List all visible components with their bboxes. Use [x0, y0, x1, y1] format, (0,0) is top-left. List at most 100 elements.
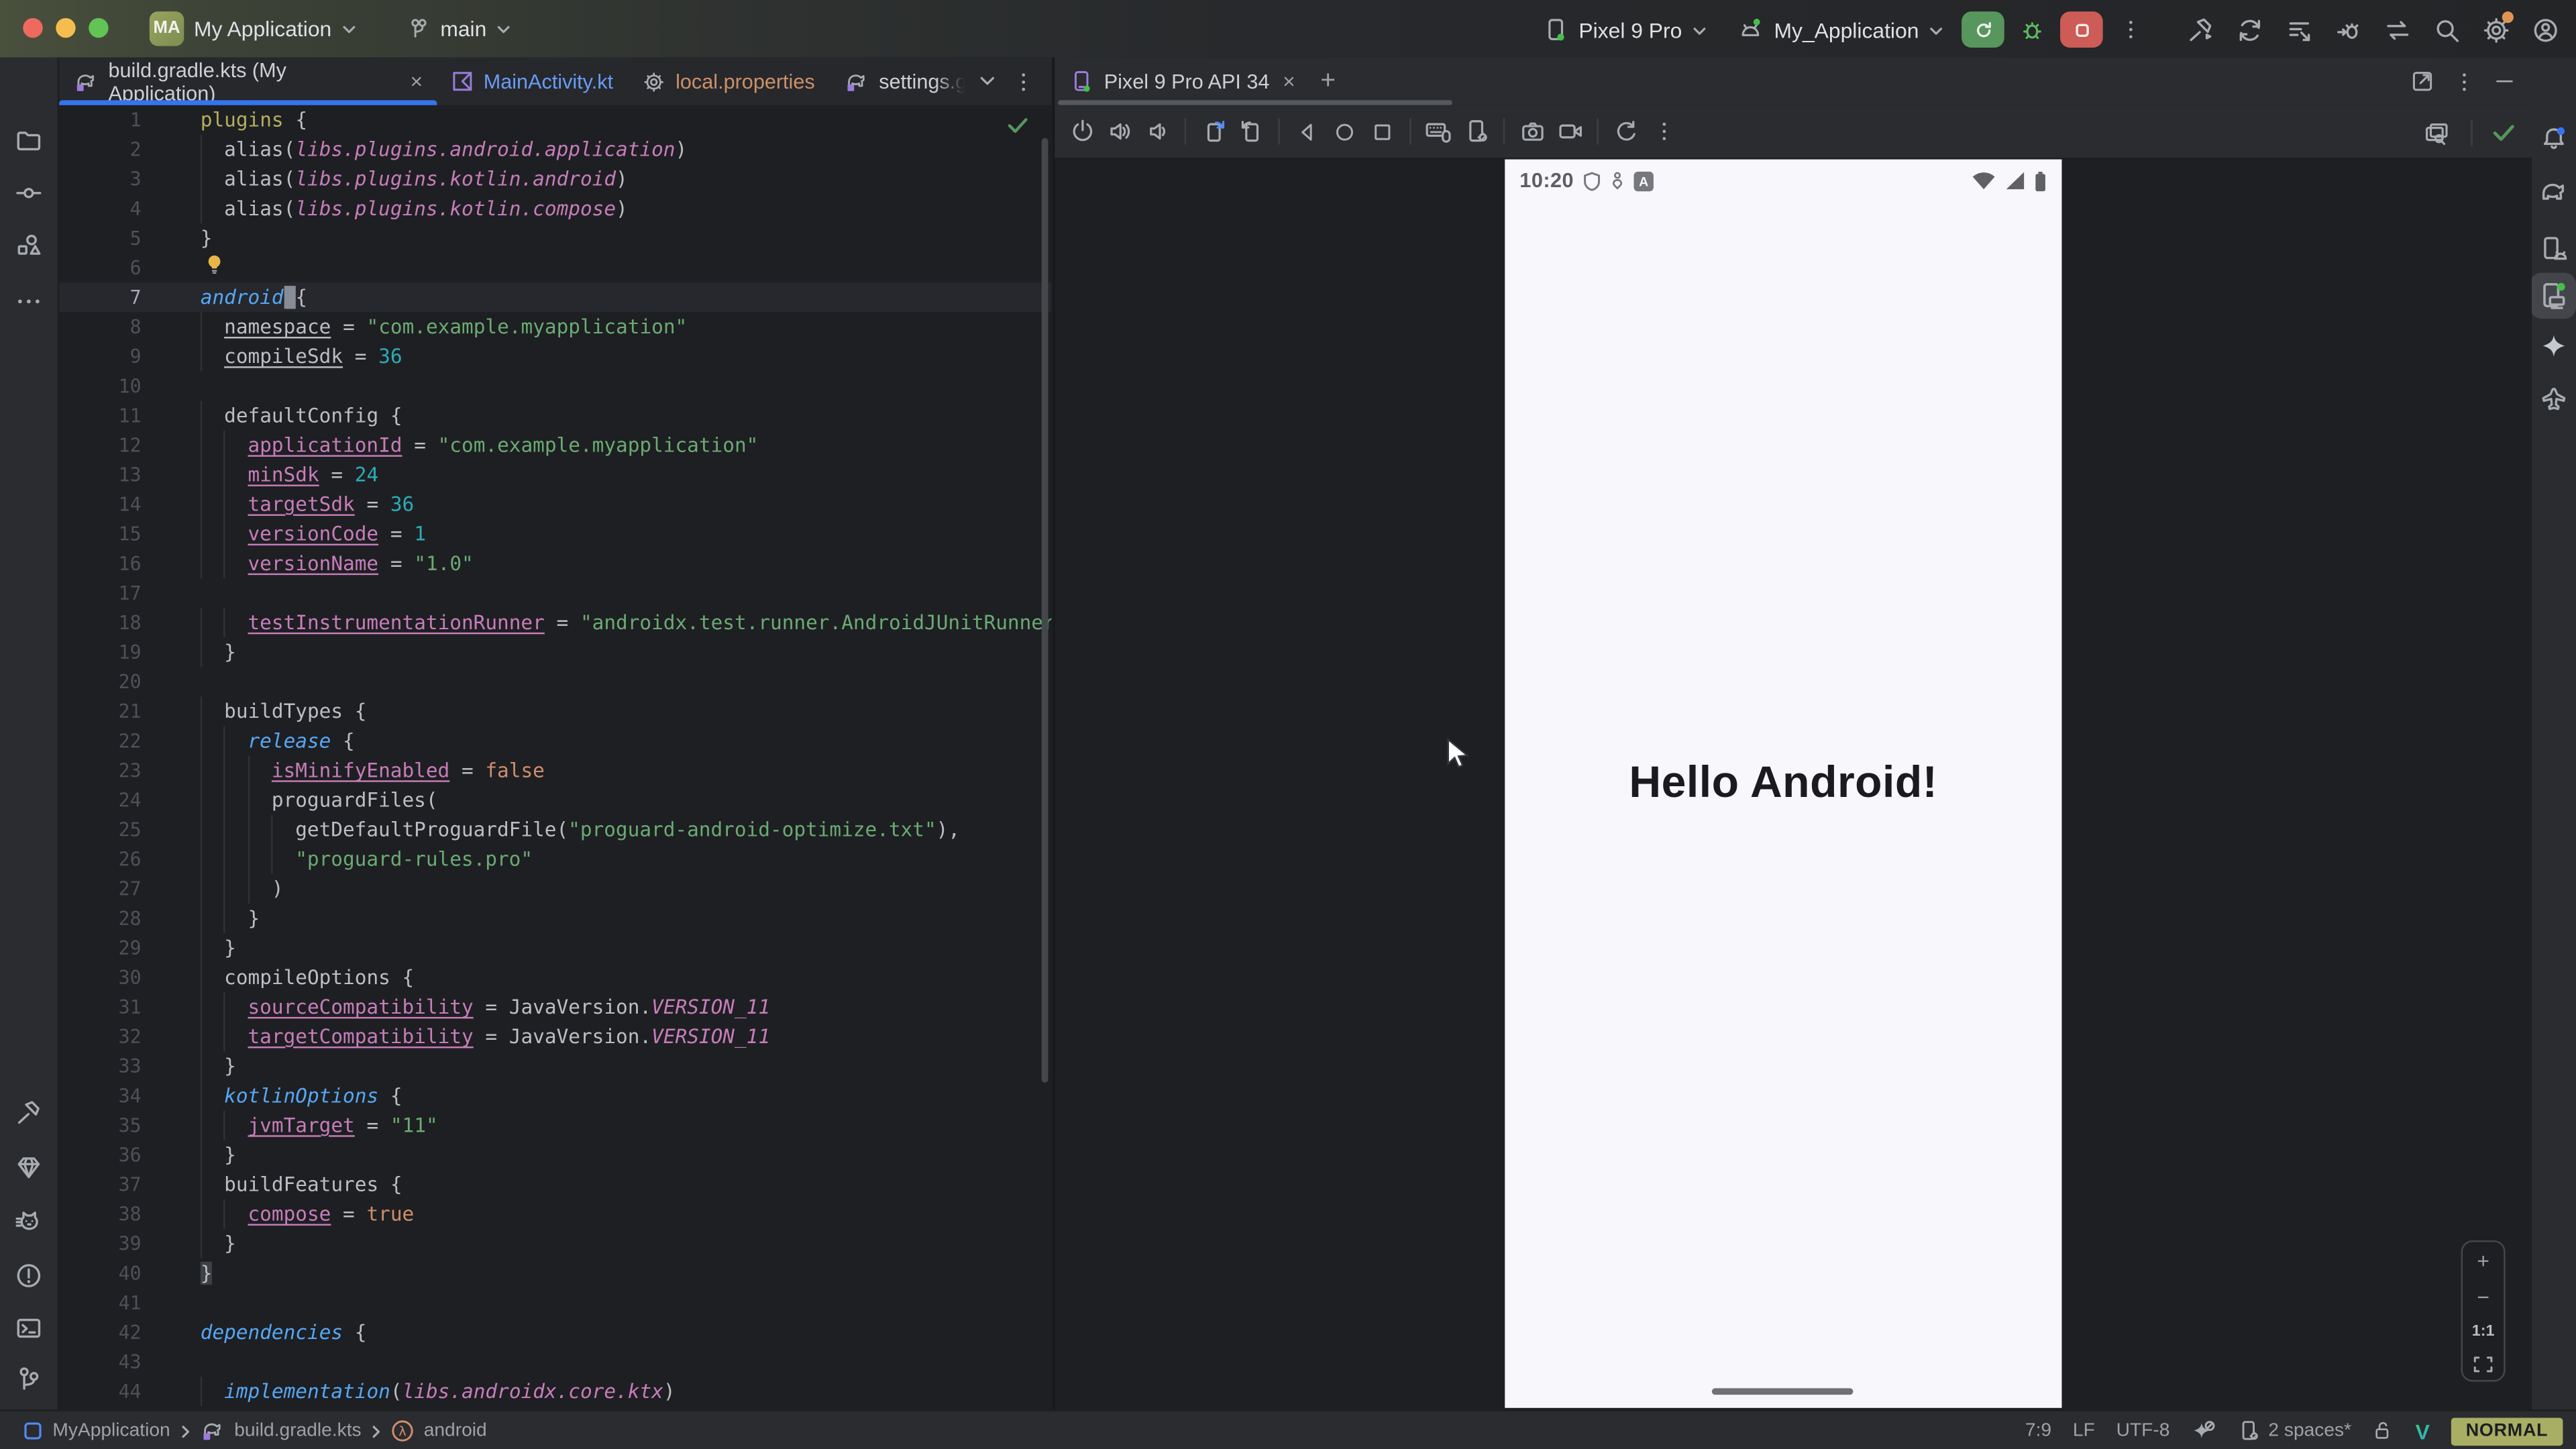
screenshot-button[interactable]: [1515, 114, 1549, 148]
run-configuration-selector[interactable]: My_Application: [1725, 10, 1955, 50]
zoom-in-button[interactable]: +: [2477, 1249, 2489, 1271]
code-line[interactable]: 12 applicationId = "com.example.myapplic…: [59, 431, 1051, 460]
close-tab-icon[interactable]: ×: [410, 69, 423, 94]
code-line[interactable]: 32 targetCompatibility = JavaVersion.VER…: [59, 1022, 1051, 1051]
code-line[interactable]: 44 implementation(libs.androidx.core.ktx…: [59, 1377, 1051, 1406]
overview-button[interactable]: [1365, 114, 1399, 148]
sync-project-button[interactable]: [2228, 10, 2271, 50]
tab-local-properties[interactable]: local.properties: [628, 58, 830, 105]
tab-settings-gradle[interactable]: settings.g: [830, 58, 979, 105]
code-line[interactable]: 37 buildFeatures {: [59, 1170, 1051, 1199]
code-line[interactable]: 11 defaultConfig {: [59, 401, 1051, 431]
fit-to-window-icon[interactable]: [2473, 1354, 2494, 1373]
code-line[interactable]: 3 alias(libs.plugins.kotlin.android): [59, 164, 1051, 194]
tab-mainactivity-kt[interactable]: MainActivity.kt: [437, 58, 628, 105]
rotate-left-button[interactable]: [1196, 114, 1230, 148]
code-line[interactable]: 43: [59, 1347, 1051, 1377]
volume-down-button[interactable]: [1140, 114, 1175, 148]
code-editor[interactable]: 1plugins {2 alias(libs.plugins.android.a…: [59, 105, 1051, 1409]
code-line[interactable]: 1plugins {: [59, 105, 1051, 135]
tab-pixel-9-pro-api-34[interactable]: Pixel 9 Pro API 34 ×: [1055, 69, 1309, 94]
running-devices-button[interactable]: [2530, 273, 2576, 319]
breadcrumb-item[interactable]: MyApplication: [52, 1421, 170, 1440]
code-line[interactable]: 9 compileSdk = 36: [59, 341, 1051, 371]
debug-button[interactable]: [2011, 10, 2054, 50]
code-line[interactable]: 5}: [59, 223, 1051, 253]
code-line[interactable]: 10: [59, 371, 1051, 400]
code-line[interactable]: 16 versionName = "1.0": [59, 549, 1051, 578]
open-in-new-window-icon[interactable]: [2410, 69, 2435, 94]
unlocked-icon[interactable]: [2373, 1419, 2394, 1442]
device-selector[interactable]: Pixel 9 Pro: [1531, 10, 1718, 50]
terminal-tool-button[interactable]: [6, 1304, 52, 1350]
minimize-window-button[interactable]: [56, 18, 75, 38]
build-tool-button[interactable]: [6, 1089, 52, 1136]
indent-widget[interactable]: 2 spaces*: [2237, 1419, 2351, 1442]
device-settings-button[interactable]: [1459, 114, 1493, 148]
more-run-actions-button[interactable]: [2109, 10, 2152, 50]
project-tool-button[interactable]: [6, 117, 52, 163]
rotate-right-button[interactable]: [1234, 114, 1268, 148]
hide-panel-icon[interactable]: [2494, 70, 2516, 92]
code-line[interactable]: 15 versionCode = 1: [59, 519, 1051, 549]
code-line[interactable]: 24 proguardFiles(: [59, 786, 1051, 815]
app-quality-insights-tool-button[interactable]: [6, 1143, 52, 1189]
code-line[interactable]: 4 alias(libs.plugins.kotlin.compose): [59, 194, 1051, 223]
snapshot-reset-button[interactable]: [1609, 114, 1643, 148]
inspections-ok-icon[interactable]: [1007, 117, 1028, 135]
back-button[interactable]: [1289, 114, 1324, 148]
device-screen[interactable]: 10:20 A: [1505, 160, 2061, 1408]
gemini-button[interactable]: [2530, 322, 2576, 368]
rerun-button[interactable]: [1962, 11, 2004, 48]
panel-more-icon[interactable]: [2453, 70, 2475, 93]
code-line[interactable]: 8 namespace = "com.example.myapplication…: [59, 312, 1051, 341]
tab-options-icon[interactable]: [1012, 70, 1035, 93]
problems-tool-button[interactable]: [6, 1252, 52, 1298]
code-line[interactable]: 14 targetSdk = 36: [59, 490, 1051, 519]
branch-selector[interactable]: main: [394, 8, 523, 48]
logcat-tool-button[interactable]: [6, 1197, 52, 1244]
close-window-button[interactable]: [23, 18, 42, 38]
code-line[interactable]: 18 testInstrumentationRunner = "androidx…: [59, 608, 1051, 637]
breadcrumb-item[interactable]: android: [424, 1421, 487, 1440]
code-line[interactable]: 27 ): [59, 874, 1051, 904]
code-line[interactable]: 33 }: [59, 1051, 1051, 1081]
more-tool-windows-button[interactable]: [6, 278, 52, 324]
volume-up-button[interactable]: [1102, 114, 1136, 148]
code-line[interactable]: 31 sourceCompatibility = JavaVersion.VER…: [59, 992, 1051, 1022]
code-line[interactable]: 26 "proguard-rules.pro": [59, 845, 1051, 874]
code-line[interactable]: 38 compose = true: [59, 1199, 1051, 1229]
version-control-tool-button[interactable]: [6, 1355, 52, 1401]
code-line[interactable]: 36 }: [59, 1140, 1051, 1170]
zoom-window-button[interactable]: [89, 18, 108, 38]
caret-position-widget[interactable]: 7:9: [2025, 1421, 2051, 1440]
line-ending-widget[interactable]: LF: [2073, 1421, 2095, 1440]
project-selector[interactable]: MA My Application: [138, 8, 368, 48]
code-line[interactable]: 40}: [59, 1258, 1051, 1288]
code-line[interactable]: 30 compileOptions {: [59, 963, 1051, 992]
panel-scroll-indicator[interactable]: [1058, 100, 1452, 104]
vim-plugin-icon[interactable]: V: [2416, 1419, 2430, 1444]
virtual-keyboard-button[interactable]: [1421, 114, 1455, 148]
screen-record-button[interactable]: [1552, 114, 1587, 148]
tab-build-gradle-kts[interactable]: build.gradle.kts (My Application) ×: [59, 58, 437, 105]
code-line[interactable]: 7android {: [59, 282, 1051, 312]
code-line[interactable]: 28 }: [59, 904, 1051, 933]
emulator-more-button[interactable]: [1646, 114, 1680, 148]
send-feedback-button[interactable]: [2530, 376, 2576, 423]
build-button[interactable]: [2178, 10, 2221, 50]
settings-button[interactable]: [2474, 10, 2517, 50]
code-line[interactable]: 17: [59, 578, 1051, 608]
code-line[interactable]: 20: [59, 667, 1051, 696]
profiler-button[interactable]: [2277, 10, 2320, 50]
zoom-out-button[interactable]: −: [2477, 1285, 2489, 1307]
attach-debugger-button[interactable]: [2326, 10, 2369, 50]
zoom-actual-size-button[interactable]: 1:1: [2472, 1322, 2495, 1340]
code-line[interactable]: 34 kotlinOptions {: [59, 1081, 1051, 1110]
gradle-tool-button[interactable]: [2530, 169, 2576, 215]
breadcrumb-item[interactable]: build.gradle.kts: [234, 1421, 361, 1440]
home-button[interactable]: [1328, 114, 1362, 148]
tab-list-chevron-icon[interactable]: [979, 76, 996, 87]
code-line[interactable]: 19 }: [59, 637, 1051, 667]
search-everywhere-button[interactable]: [2425, 10, 2468, 50]
